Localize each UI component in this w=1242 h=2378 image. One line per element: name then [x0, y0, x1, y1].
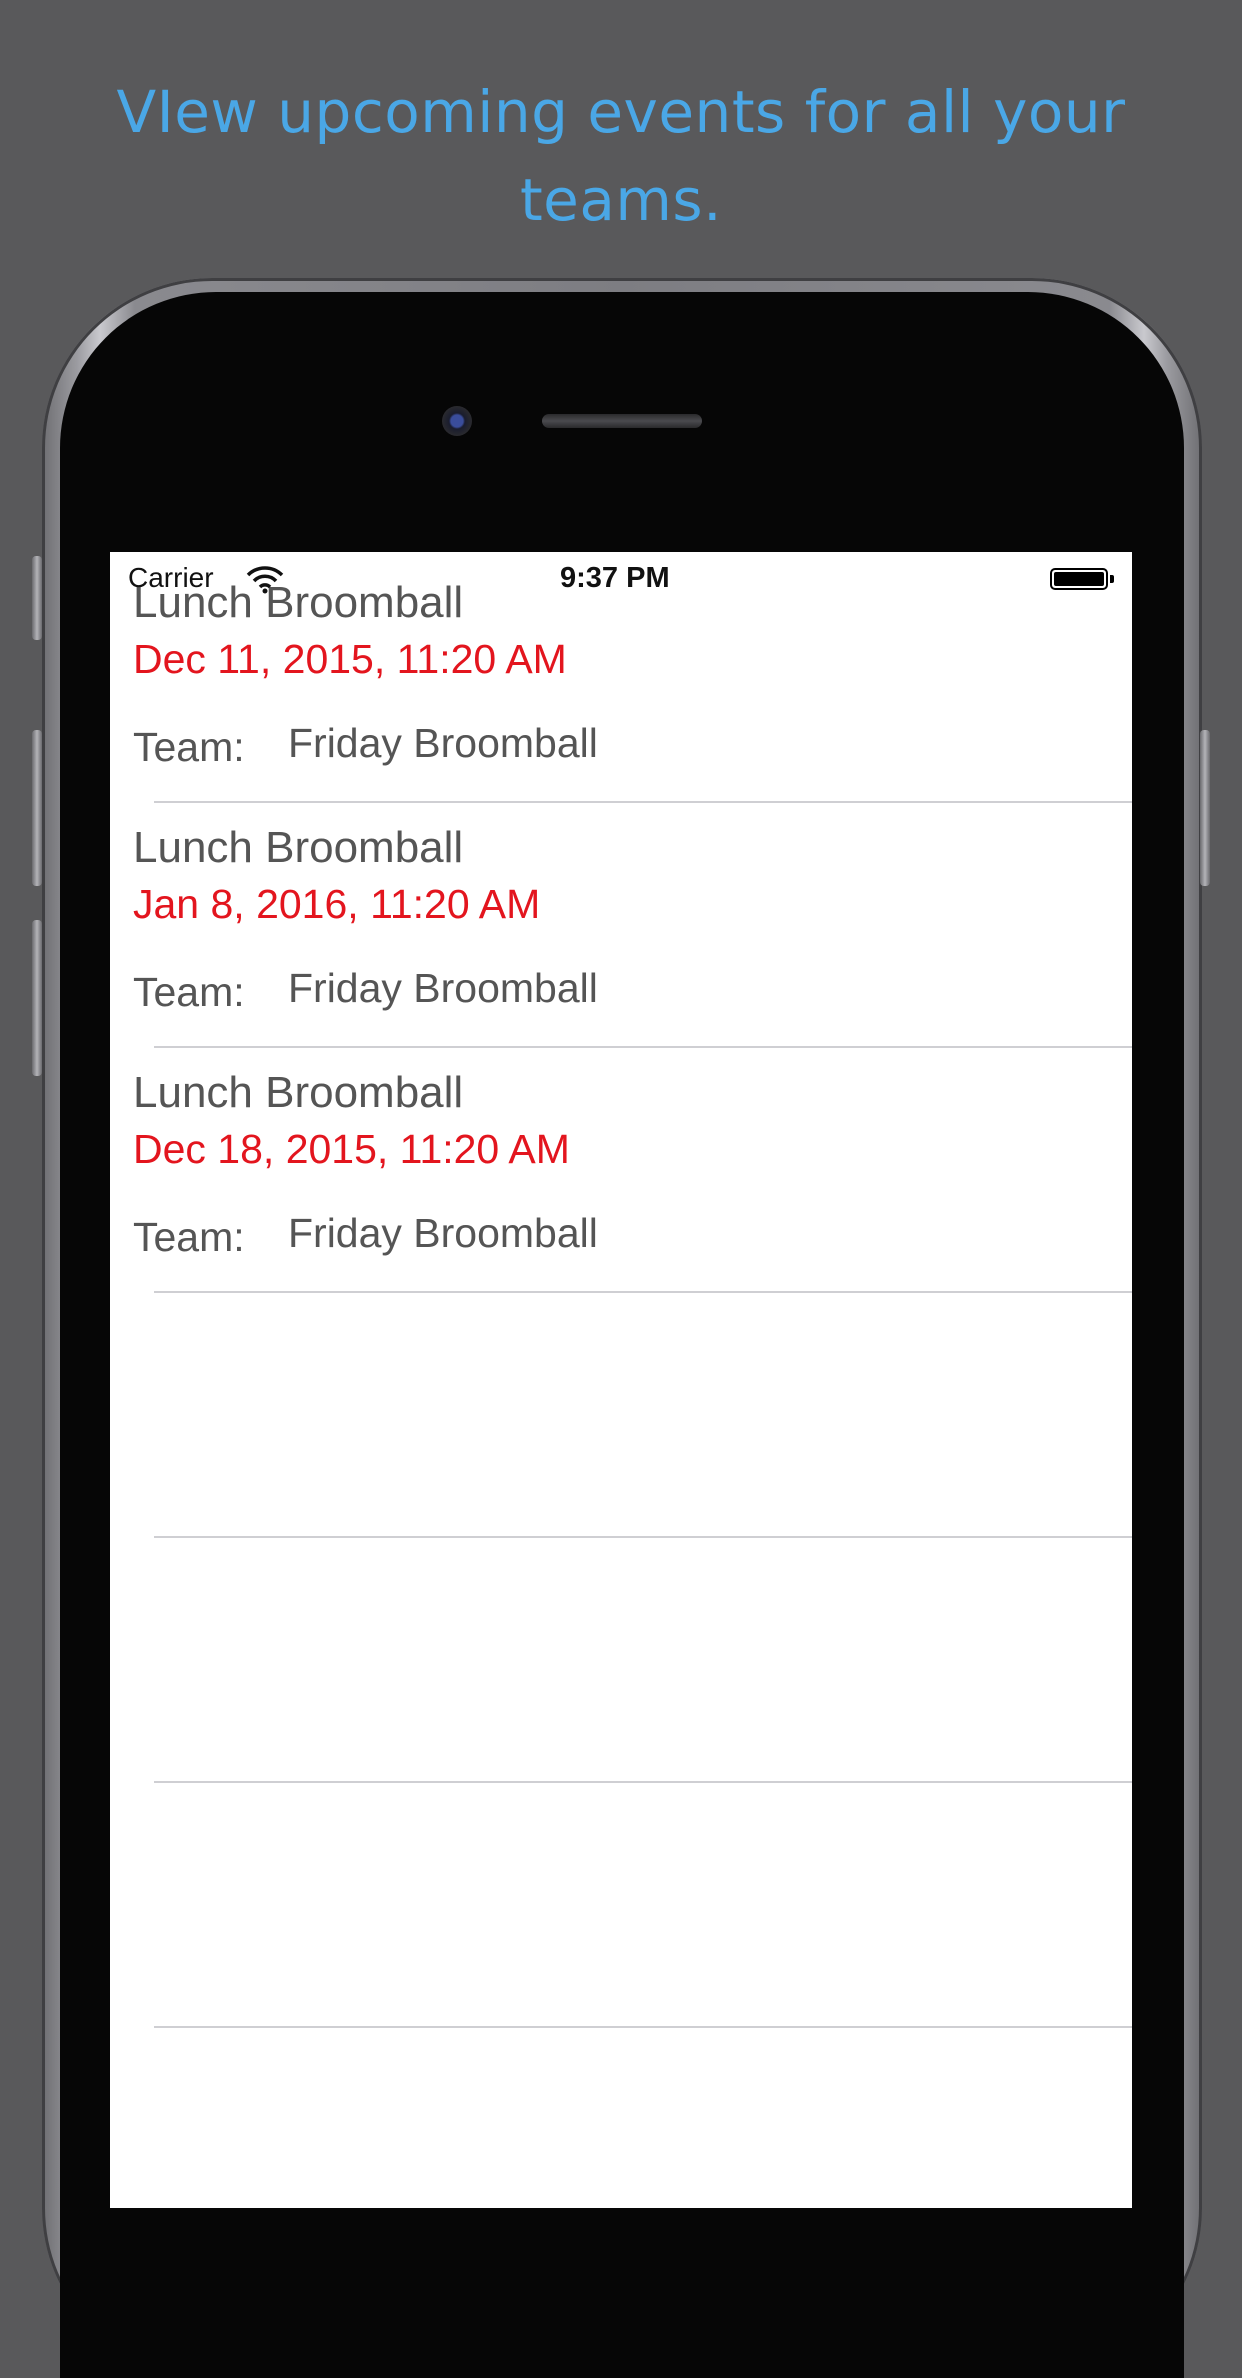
events-list: Lunch Broomball Dec 11, 2015, 11:20 AM T…	[110, 558, 1132, 2028]
battery-level	[1054, 572, 1104, 586]
battery-tip	[1110, 575, 1114, 583]
team-label: Team:	[133, 1214, 245, 1260]
empty-row	[110, 1538, 1132, 1783]
power-button	[1200, 730, 1210, 886]
phone-screen: Carrier 9:37 PM Lunch Broomball Dec 11, …	[110, 552, 1132, 2208]
team-name: Friday Broomball	[288, 1210, 598, 1256]
event-date: Jan 8, 2016, 11:20 AM	[133, 881, 541, 927]
team-name: Friday Broomball	[288, 720, 598, 766]
team-label: Team:	[133, 969, 245, 1015]
event-date: Dec 11, 2015, 11:20 AM	[133, 636, 567, 682]
wifi-icon	[246, 566, 284, 594]
volume-down-button	[32, 920, 42, 1076]
team-label: Team:	[133, 724, 245, 770]
event-title: Lunch Broomball	[133, 823, 464, 872]
volume-up-button	[32, 730, 42, 886]
status-time: 9:37 PM	[560, 562, 670, 594]
battery-icon	[1050, 568, 1108, 590]
empty-row	[110, 1293, 1132, 1538]
event-title: Lunch Broomball	[133, 1068, 464, 1117]
team-name: Friday Broomball	[288, 965, 598, 1011]
event-date: Dec 18, 2015, 11:20 AM	[133, 1126, 570, 1172]
carrier-label: Carrier	[128, 562, 214, 593]
mute-switch	[32, 556, 42, 640]
empty-row	[110, 1783, 1132, 2028]
row-separator	[154, 2026, 1132, 2028]
event-row[interactable]: Lunch Broomball Jan 8, 2016, 11:20 AM Te…	[110, 803, 1132, 1048]
earpiece-speaker	[542, 414, 702, 428]
front-camera	[442, 406, 472, 436]
event-row[interactable]: Lunch Broomball Dec 18, 2015, 11:20 AM T…	[110, 1048, 1132, 1293]
status-bar: Carrier 9:37 PM	[110, 552, 1132, 608]
promo-headline: VIew upcoming events for all your teams.	[116, 78, 1126, 234]
